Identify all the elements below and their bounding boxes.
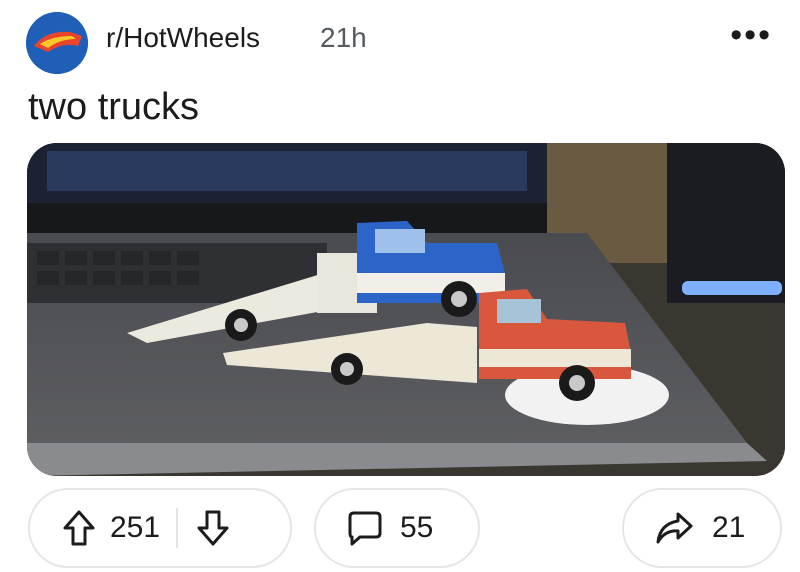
upvote-arrow-icon[interactable] xyxy=(62,509,96,547)
share-arrow-icon xyxy=(654,510,694,546)
subreddit-name[interactable]: r/HotWheels xyxy=(106,22,260,54)
comment-count: 55 xyxy=(400,511,434,544)
downvote-arrow-icon[interactable] xyxy=(196,509,230,547)
photo-illustration xyxy=(27,143,785,476)
post-age: 21h xyxy=(320,22,367,53)
post-image[interactable] xyxy=(27,143,785,476)
vote-bar: 251 xyxy=(28,488,292,568)
comment-bubble-icon xyxy=(346,509,384,547)
post-header: r/HotWheels 21h ••• xyxy=(26,8,786,74)
more-options-icon[interactable]: ••• xyxy=(730,16,772,55)
hot-wheels-logo xyxy=(26,12,88,74)
share-count: 21 xyxy=(712,511,746,544)
post-title[interactable]: two trucks xyxy=(28,86,199,129)
comments-button[interactable]: 55 xyxy=(314,488,480,568)
upvote-count: 251 xyxy=(110,511,161,544)
vote-divider xyxy=(176,508,179,548)
subreddit-avatar[interactable] xyxy=(26,12,88,74)
share-button[interactable]: 21 xyxy=(622,488,782,568)
